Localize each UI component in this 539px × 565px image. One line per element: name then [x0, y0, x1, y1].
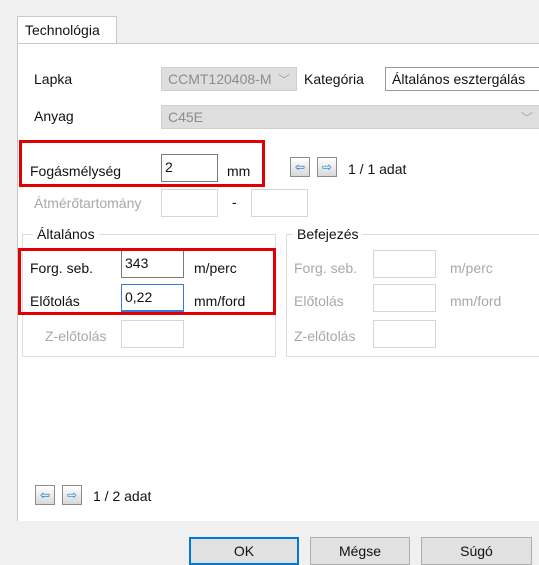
chevron-down-icon: ﹀ — [277, 73, 290, 87]
general-cutting-speed-input[interactable]: 343 — [121, 250, 184, 278]
diameter-range-from-input[interactable] — [161, 189, 218, 217]
insert-select[interactable]: CCMT120408-M ﹀ — [161, 67, 297, 91]
material-label: Anyag — [34, 108, 74, 124]
general-feed-label: Előtolás — [30, 293, 80, 309]
depth-label: Fogásmélység — [30, 163, 122, 179]
records-next-button[interactable]: ⇨ — [62, 485, 82, 505]
material-select[interactable]: C45E ﹀ — [161, 105, 539, 129]
category-value: Általános esztergálás — [392, 71, 526, 87]
general-cutting-speed-unit: m/perc — [194, 260, 237, 276]
diameter-range-to-input[interactable] — [251, 189, 308, 217]
depth-navigation-status: 1 / 1 adat — [348, 161, 407, 177]
finishing-cutting-speed-label: Forg. seb. — [294, 260, 358, 276]
general-z-feed-input[interactable] — [121, 320, 184, 348]
cancel-button[interactable]: Mégse — [310, 537, 410, 565]
help-button[interactable]: Súgó — [421, 537, 532, 565]
general-group-title: Általános — [33, 226, 99, 242]
depth-unit: mm — [227, 163, 251, 179]
general-cutting-speed-label: Forg. seb. — [30, 260, 94, 276]
general-z-feed-label: Z-előtolás — [45, 328, 107, 344]
right-arrow-icon: ⇨ — [321, 160, 333, 174]
finishing-feed-input[interactable] — [373, 284, 436, 312]
technology-panel: Lapka CCMT120408-M ﹀ Kategória Általános… — [17, 43, 539, 521]
category-label: Kategória — [304, 71, 364, 87]
right-arrow-icon: ⇨ — [66, 488, 78, 502]
records-prev-button[interactable]: ⇦ — [35, 485, 55, 505]
ok-button[interactable]: OK — [189, 537, 299, 565]
general-feed-unit: mm/ford — [194, 293, 246, 309]
finishing-group-title: Befejezés — [293, 226, 363, 242]
insert-label: Lapka — [34, 71, 73, 87]
finishing-feed-unit: mm/ford — [450, 293, 502, 309]
depth-prev-button[interactable]: ⇦ — [290, 157, 310, 177]
finishing-cutting-speed-input[interactable] — [373, 250, 436, 278]
chevron-down-icon: ﹀ — [520, 111, 533, 125]
finishing-z-feed-label: Z-előtolás — [294, 328, 356, 344]
left-arrow-icon: ⇦ — [294, 160, 306, 174]
depth-input[interactable]: 2 — [161, 154, 218, 182]
diameter-range-label: Átmérőtartomány — [34, 195, 142, 211]
category-select[interactable]: Általános esztergálás — [385, 67, 539, 91]
records-navigation-status: 1 / 2 adat — [93, 488, 152, 504]
tab-strip: Technológia — [0, 0, 539, 44]
insert-value: CCMT120408-M — [168, 71, 272, 87]
finishing-z-feed-input[interactable] — [373, 320, 436, 348]
finishing-feed-label: Előtolás — [294, 293, 344, 309]
depth-next-button[interactable]: ⇨ — [317, 157, 337, 177]
diameter-range-separator: - — [232, 194, 237, 210]
left-arrow-icon: ⇦ — [39, 488, 51, 502]
finishing-cutting-speed-unit: m/perc — [450, 260, 493, 276]
material-value: C45E — [168, 109, 204, 125]
tab-technology[interactable]: Technológia — [17, 16, 117, 44]
general-feed-input[interactable]: 0,22 — [121, 284, 184, 312]
